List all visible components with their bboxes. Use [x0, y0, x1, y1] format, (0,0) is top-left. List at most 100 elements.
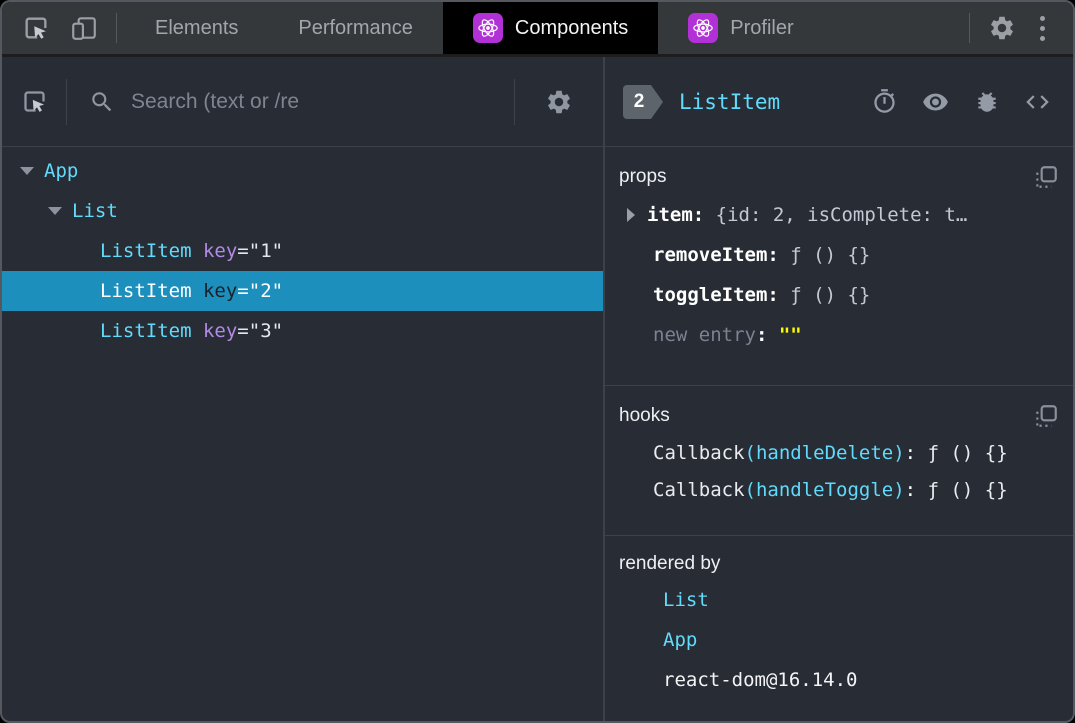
hook-name: Callback: [653, 441, 745, 464]
tree-row-listitem-2-selected[interactable]: ListItem key = "2": [2, 271, 603, 311]
tree-row-list[interactable]: List: [2, 191, 603, 231]
hooks-section: hooks Callback (handleDelete): ƒ () {} C…: [605, 385, 1073, 535]
topbar-divider: [969, 13, 970, 43]
tab-label: Profiler: [730, 16, 794, 39]
renderer-version-label: react-dom@16.14.0: [663, 669, 858, 691]
key-attr-value: "3": [248, 320, 284, 342]
search-input[interactable]: [131, 89, 514, 114]
inspect-element-icon[interactable]: [22, 14, 50, 42]
colon: :: [692, 204, 705, 226]
copy-to-clipboard-icon[interactable]: [1033, 403, 1059, 429]
hook-value: ƒ () {}: [916, 478, 1008, 501]
equals-sign: =: [237, 280, 249, 302]
prop-row-new-entry[interactable]: new entry: "": [619, 315, 1059, 355]
owners-count-badge[interactable]: 2: [623, 84, 651, 119]
key-attr-value: "1": [248, 240, 284, 262]
prop-value: {id: 2, isComplete: t…: [704, 204, 968, 226]
tab-elements[interactable]: Elements: [125, 2, 268, 54]
prop-name: item: [647, 204, 693, 226]
prop-value: ƒ () {}: [778, 284, 871, 306]
hook-callback-name: (handleDelete): [744, 441, 905, 464]
search-icon: [92, 91, 112, 111]
hook-name: Callback: [653, 478, 745, 501]
colon: :: [904, 441, 917, 464]
prop-row-toggleitem: toggleItem: ƒ () {}: [619, 275, 1059, 315]
tab-performance[interactable]: Performance: [268, 2, 443, 54]
owner-row[interactable]: List: [619, 580, 1059, 620]
props-section-title: props: [619, 166, 667, 187]
search-area: [67, 89, 514, 115]
inspector-header: 2 ListItem: [605, 57, 1073, 147]
tree-settings-gear-icon[interactable]: [515, 88, 603, 116]
tree-toolbar: [2, 57, 603, 147]
hooks-section-title: hooks: [619, 405, 670, 426]
copy-to-clipboard-icon[interactable]: [1033, 164, 1059, 190]
key-attr-name: key: [202, 280, 238, 302]
rendered-by-section: rendered by List App react-dom@16.14.0: [605, 535, 1073, 721]
topbar-right: [961, 2, 1073, 54]
tab-label: Components: [514, 16, 629, 39]
prop-row-item[interactable]: item: {id: 2, isComplete: t…: [619, 195, 1059, 235]
react-logo-icon: [688, 13, 719, 43]
prop-name: removeItem: [653, 244, 768, 266]
tab-components[interactable]: Components: [442, 2, 659, 54]
inspect-dom-eye-icon[interactable]: [922, 88, 949, 115]
colon: :: [904, 478, 917, 501]
equals-sign: =: [237, 240, 249, 262]
react-logo-icon: [472, 13, 503, 43]
chevron-down-icon[interactable]: [48, 207, 62, 215]
key-attr-name: key: [202, 240, 238, 262]
rendered-by-title: rendered by: [619, 553, 721, 574]
colon: :: [767, 244, 779, 266]
colon: :: [767, 284, 779, 306]
tree-row-listitem-3[interactable]: ListItem key = "3": [2, 311, 603, 351]
component-inspector-panel: 2 ListItem props item: {id: 2, isComple…: [605, 57, 1073, 721]
props-section: props item: {id: 2, isComplete: t… remov…: [605, 147, 1073, 385]
component-name: App: [44, 160, 79, 182]
devtools-tab-bar: Elements Performance Components Profiler: [2, 2, 1073, 57]
log-to-console-bug-icon[interactable]: [973, 88, 1000, 115]
suspend-timer-icon[interactable]: [871, 88, 898, 115]
view-source-code-icon[interactable]: [1024, 88, 1051, 115]
tree-row-app[interactable]: App: [2, 151, 603, 191]
components-tree-panel: App List ListItem key="1" ListItem key="…: [2, 57, 605, 721]
equals-sign: =: [237, 320, 249, 342]
topbar-divider: [116, 13, 117, 43]
topbar-icons: [2, 2, 108, 54]
component-name: ListItem: [100, 240, 192, 262]
key-attr-name: key: [202, 320, 238, 342]
owner-link-list[interactable]: List: [663, 589, 709, 611]
hook-callback-name: (handleToggle): [744, 478, 905, 501]
hook-value: ƒ () {}: [916, 441, 1008, 464]
tab-label: Performance: [298, 16, 413, 39]
key-attr-value: "2": [248, 280, 284, 302]
hook-row-handletoggle: Callback (handleToggle): ƒ () {}: [619, 471, 1059, 508]
tree-row-listitem-1[interactable]: ListItem key = "1": [2, 231, 603, 271]
device-toolbar-icon[interactable]: [70, 14, 98, 42]
owner-row[interactable]: App: [619, 620, 1059, 660]
owner-row: react-dom@16.14.0: [619, 660, 1059, 700]
prop-name: toggleItem: [653, 284, 768, 306]
hook-row-handledelete: Callback (handleDelete): ƒ () {}: [619, 434, 1059, 471]
tab-label: Elements: [155, 16, 239, 39]
select-element-icon[interactable]: [2, 88, 66, 115]
prop-row-removeitem: removeItem: ƒ () {}: [619, 235, 1059, 275]
new-entry-label: new entry: [653, 324, 756, 346]
devtools-window: Elements Performance Components Profiler…: [0, 0, 1075, 723]
more-options-kebab-icon[interactable]: [1026, 8, 1059, 49]
selected-component-name: ListItem: [679, 89, 781, 114]
colon: :: [755, 324, 768, 346]
owner-link-app[interactable]: App: [663, 629, 697, 651]
tab-profiler[interactable]: Profiler: [658, 2, 823, 54]
component-tree: App List ListItem key = "1" ListItem key = "…: [2, 147, 603, 721]
component-name: ListItem: [100, 320, 192, 342]
chevron-down-icon[interactable]: [20, 167, 34, 175]
settings-gear-icon[interactable]: [988, 14, 1016, 42]
component-name: List: [72, 200, 118, 222]
inspector-actions: [871, 88, 1051, 115]
prop-value: ƒ () {}: [778, 244, 871, 266]
new-entry-value-input[interactable]: "": [767, 324, 802, 346]
devtools-content: App List ListItem key="1" ListItem key="…: [2, 57, 1073, 721]
chevron-right-icon[interactable]: [627, 208, 635, 222]
component-name: ListItem: [100, 280, 192, 302]
